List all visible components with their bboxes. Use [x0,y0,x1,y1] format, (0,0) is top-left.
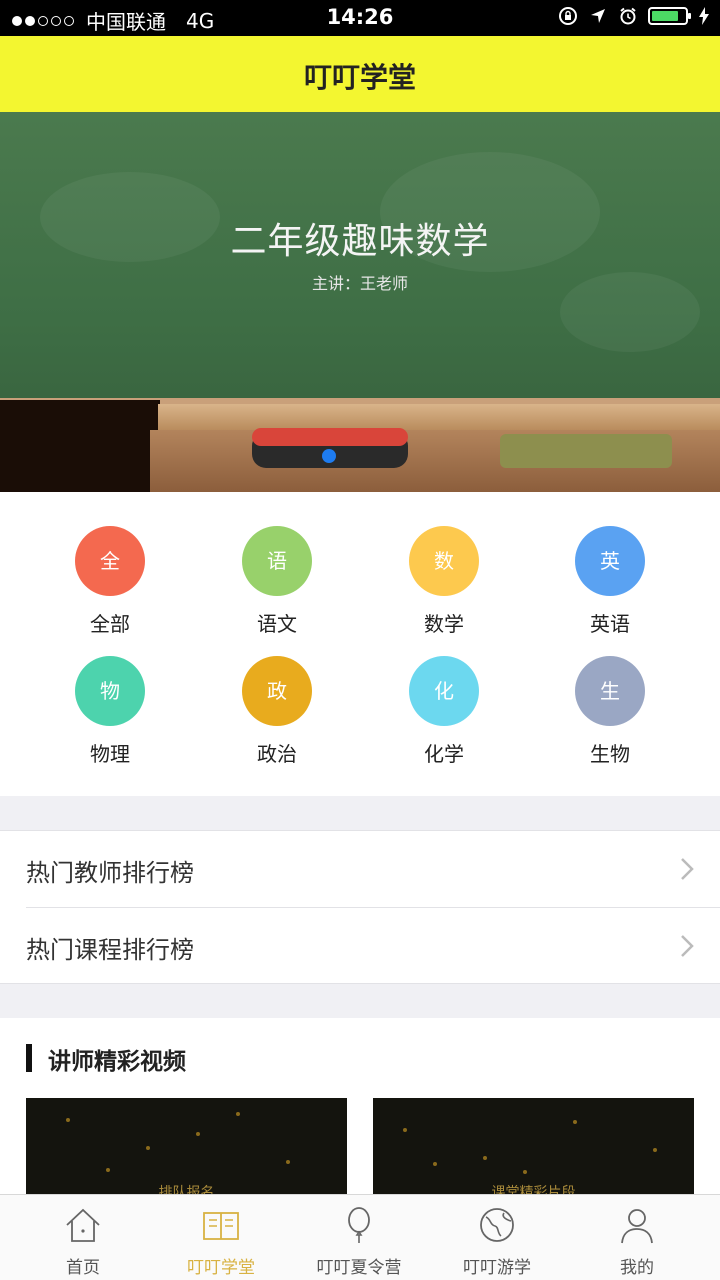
category-label: 语文 [257,612,297,636]
tab-dingding-school[interactable]: 叮叮学堂 [149,1205,293,1278]
page-title: 叮叮学堂 [303,61,416,94]
category-math[interactable]: 数 数学 [384,526,504,637]
category-biology[interactable]: 生 生物 [550,656,670,767]
category-math-icon: 数 [409,526,479,596]
category-biology-icon: 生 [575,656,645,726]
globe-icon [480,1208,514,1242]
banner-subtitle: 主讲：王老师 [311,274,408,293]
chevron-right-icon [681,935,694,957]
battery-icon [648,7,691,25]
category-label: 物理 [90,742,130,766]
category-chinese[interactable]: 语 语文 [217,526,337,637]
category-label: 全部 [90,612,130,636]
category-label: 英语 [590,612,630,636]
category-chemistry-icon: 化 [409,656,479,726]
user-icon [621,1209,653,1244]
rotation-lock-icon [559,7,577,25]
category-all[interactable]: 全 全部 [50,526,170,637]
teacher-videos-section: 讲师精彩视频 排队报名 课堂精彩片段 [0,1018,720,1198]
category-politics-icon: 政 [242,656,312,726]
balloon-icon [348,1207,370,1243]
category-physics-icon: 物 [75,656,145,726]
banner-title: 二年级趣味数学 [230,221,490,262]
video-thumbnail[interactable]: 排队报名 [26,1098,347,1198]
ranking-item-courses[interactable]: 热门课程排行榜 [0,908,720,984]
charging-bolt-icon [699,7,709,25]
tab-mine[interactable]: 我的 [565,1205,709,1278]
green-eraser-image [500,434,672,468]
category-label: 数学 [424,612,464,636]
tab-home[interactable]: 首页 [11,1205,155,1278]
ranking-label: 热门教师排行榜 [26,859,194,887]
section-title: 讲师精彩视频 [48,1049,186,1075]
ranking-item-teachers[interactable]: 热门教师排行榜 [0,831,720,908]
tab-label: 我的 [620,1258,654,1278]
category-english[interactable]: 英 英语 [550,526,670,637]
category-label: 政治 [257,742,297,766]
category-chemistry[interactable]: 化 化学 [384,656,504,767]
banner-page-indicator[interactable] [322,449,336,463]
category-label: 生物 [590,742,630,766]
status-right [558,6,710,26]
video-thumbnail[interactable]: 课堂精彩片段 [373,1098,694,1198]
category-politics[interactable]: 政 政治 [217,656,337,767]
book-icon [203,1212,239,1240]
ranking-list: 热门教师排行榜 热门课程排行榜 [0,830,720,984]
category-english-icon: 英 [575,526,645,596]
category-physics[interactable]: 物 物理 [50,656,170,767]
status-bar: 中国联通 4G 14:26 [0,0,720,36]
tab-label: 叮叮夏令营 [316,1258,402,1278]
tab-summer-camp[interactable]: 叮叮夏令营 [287,1205,431,1278]
category-label: 化学 [424,742,464,766]
app-header: 叮叮学堂 [0,36,720,112]
ranking-label: 热门课程排行榜 [26,936,194,964]
home-icon [66,1208,100,1242]
course-banner[interactable]: 二年级趣味数学 主讲：王老师 [0,112,720,492]
alarm-icon [620,7,636,25]
chevron-right-icon [681,858,694,880]
tab-label: 首页 [66,1258,100,1278]
category-all-icon: 全 [75,526,145,596]
tab-label: 叮叮游学 [463,1258,531,1278]
bottom-tab-bar: 首页 叮叮学堂 叮叮夏令营 叮叮游学 我的 [0,1194,720,1280]
tab-study-tour[interactable]: 叮叮游学 [425,1205,569,1278]
section-marker [26,1044,32,1072]
tab-label: 叮叮学堂 [187,1258,255,1278]
category-chinese-icon: 语 [242,526,312,596]
subject-category-grid: 全 全部 语 语文 数 数学 英 英语 物 物理 政 政治 化 化学 生 生物 [0,492,720,796]
location-arrow-icon [591,9,605,23]
